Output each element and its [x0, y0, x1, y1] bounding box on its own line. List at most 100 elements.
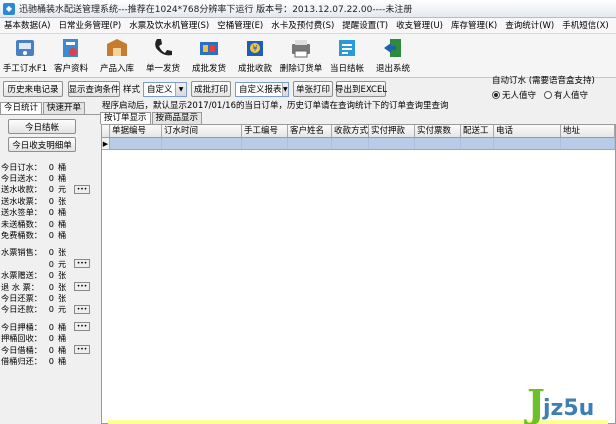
grid-cell[interactable]	[110, 138, 162, 149]
stat-row: 0 元 •••	[0, 258, 100, 269]
grid-cell[interactable]	[242, 138, 288, 149]
grid-cell[interactable]	[288, 138, 332, 149]
today-settle-button[interactable]: 今日结帐	[8, 119, 76, 134]
stat-row: 未送桶数： 0 桶	[0, 218, 100, 229]
stat-label: 押桶回收：	[1, 333, 42, 344]
startup-hint: 程序启动后，默认显示2017/01/16的当日订单，历史订单请在查询统计下的订单…	[102, 101, 449, 111]
style-select[interactable]: 自定义 ▼	[143, 81, 188, 97]
stat-unit: 张	[58, 270, 67, 281]
stat-value: 0	[48, 184, 54, 195]
stat-unit: 张	[58, 281, 67, 292]
toolbar-button-7[interactable]: 删除订货单	[278, 34, 324, 76]
menu-item[interactable]: 提醒设置(T)	[338, 18, 392, 33]
stat-label: 送水收款：	[1, 184, 42, 195]
menu-item[interactable]: 查询统计(W)	[501, 18, 558, 33]
stat-unit: 张	[58, 293, 67, 303]
toolbar-button-1[interactable]: 手工订水F1	[2, 34, 48, 76]
toolbar-button-9[interactable]: 退出系统	[370, 34, 416, 76]
menu-item[interactable]: 空桶管理(E)	[213, 18, 267, 33]
single-print-button[interactable]: 单张打印	[293, 81, 334, 97]
toolbar-button-label: 产品入库	[99, 64, 134, 74]
stat-unit: 桶	[58, 355, 67, 366]
history-calls-button[interactable]: 历史来电记录	[3, 81, 63, 97]
chevron-down-icon: ▼	[175, 82, 187, 96]
stat-label: 送水收票：	[1, 195, 42, 206]
stat-label: 免费桶数：	[1, 230, 42, 241]
menu-item[interactable]: 收支管理(U)	[392, 18, 447, 33]
grid-cell[interactable]	[332, 138, 369, 149]
column-header[interactable]: 地址	[561, 125, 615, 137]
grid-cell[interactable]	[415, 138, 461, 149]
logo-text: jz5u	[542, 396, 595, 421]
right-panel: 程序启动后，默认显示2017/01/16的当日订单，历史订单请在查询统计下的订单…	[100, 100, 616, 424]
batch-print-button[interactable]: 成批打印	[191, 81, 232, 97]
stat-value: 0	[48, 161, 54, 172]
more-details-button[interactable]: •••	[74, 259, 90, 269]
toolbar-button-2[interactable]: 客户资料	[48, 34, 94, 76]
show-query-button[interactable]: 显示查询条件	[68, 81, 120, 97]
toolbar-button-6[interactable]: ¥ 成批收款	[232, 34, 278, 76]
toolbar-button-label: 单一发货	[145, 64, 180, 74]
report-select[interactable]: 自定义报表 ▼	[235, 81, 290, 97]
tab-today-stats[interactable]: 今日统计	[0, 102, 43, 114]
toolbar-button-8[interactable]: 当日结帐	[324, 34, 370, 76]
tab-by-order[interactable]: 按订单显示	[100, 112, 151, 124]
tab-by-product[interactable]: 按商品显示	[151, 112, 203, 124]
stat-label: 借桶归还：	[1, 355, 42, 366]
stat-row: 送水签单： 0 桶	[0, 207, 100, 218]
grid-cell[interactable]	[369, 138, 415, 149]
stat-label: 今日押桶：	[1, 321, 42, 332]
grid-cell[interactable]	[561, 138, 615, 149]
stat-label: 今日送水：	[1, 173, 42, 184]
stat-unit: 桶	[58, 218, 67, 229]
stat-unit: 张	[58, 247, 67, 258]
grid-cell[interactable]	[461, 138, 494, 149]
column-header[interactable]: 客户姓名	[288, 125, 332, 137]
toolbar-button-3[interactable]: 产品入库	[94, 34, 140, 76]
column-header[interactable]: 实付押款	[369, 125, 415, 137]
stat-unit: 张	[58, 195, 67, 206]
today-detail-button[interactable]: 今日收支明细单	[8, 137, 76, 152]
grid-cell[interactable]	[162, 138, 242, 149]
stat-value: 0	[48, 292, 54, 303]
stat-value: 0	[48, 173, 54, 184]
stat-unit: 元	[58, 304, 67, 315]
stat-row: 水票销售： 0 张	[0, 247, 100, 258]
chevron-down-icon: ▼	[281, 82, 289, 96]
stat-unit: 桶	[58, 333, 67, 344]
more-details-button[interactable]: •••	[74, 282, 90, 292]
menu-item[interactable]: 日常业务管理(P)	[54, 18, 125, 33]
table-row[interactable]: ▶	[102, 138, 615, 150]
toolbar-button-5[interactable]: 成批发货	[186, 34, 232, 76]
column-header[interactable]: 订水时间	[162, 125, 242, 137]
stat-row: 今日还票： 0 张	[0, 292, 100, 303]
stat-label: 今日还款：	[1, 304, 42, 315]
more-details-button[interactable]: •••	[74, 345, 90, 355]
export-excel-button[interactable]: 导出到EXCEL	[335, 81, 387, 97]
column-header[interactable]: 收款方式	[332, 125, 369, 137]
column-header[interactable]: 实付票数	[415, 125, 461, 137]
column-header[interactable]: 电话	[494, 125, 561, 137]
stat-label: 水票赠送：	[1, 270, 42, 281]
menu-item[interactable]: 水卡及预付费(S)	[267, 18, 338, 33]
stat-value: 0	[48, 344, 54, 355]
stat-row: 送水收票： 0 张	[0, 195, 100, 206]
more-details-button[interactable]: •••	[74, 184, 90, 194]
column-header[interactable]: 单据编号	[110, 125, 162, 137]
menu-item[interactable]: 水票及饮水机管理(S)	[125, 18, 213, 33]
menu-item[interactable]: 基本数据(A)	[0, 18, 54, 33]
stat-row: 今日押桶： 0 桶 •••	[0, 321, 100, 332]
stat-row: 今日借桶： 0 桶 •••	[0, 344, 100, 355]
menu-item[interactable]: 库存管理(K)	[447, 18, 501, 33]
tab-quick-order[interactable]: 快速开单	[43, 102, 86, 114]
toolbar: 手工订水F1 客户资料 产品入库 单一发货 成批发货 ¥ 成批收款 删除订货单 当日结帐 退出系统	[0, 34, 616, 78]
column-header[interactable]: 手工编号	[242, 125, 288, 137]
grid-corner	[102, 125, 110, 137]
toolbar-button-4[interactable]: 单一发货	[140, 34, 186, 76]
stat-label: 今日还票：	[1, 293, 42, 303]
grid-cell[interactable]	[494, 138, 561, 149]
more-details-button[interactable]: •••	[74, 304, 90, 314]
menu-item[interactable]: 手机短信(X)	[558, 18, 612, 33]
column-header[interactable]: 配送工	[461, 125, 494, 137]
more-details-button[interactable]: •••	[74, 322, 90, 332]
